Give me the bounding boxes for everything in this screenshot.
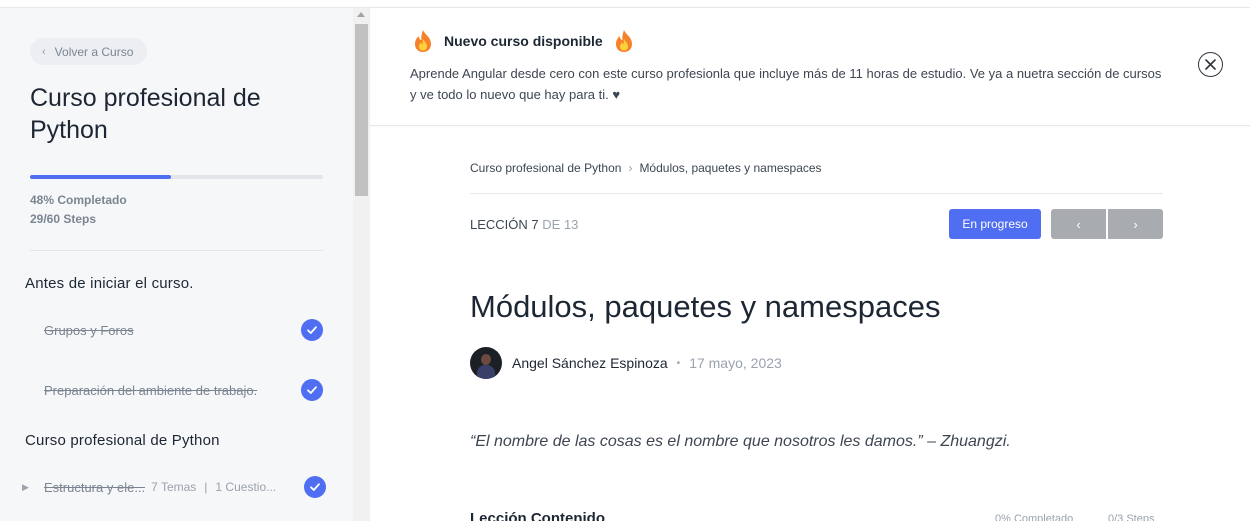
banner-title: Nuevo curso disponible (444, 33, 603, 49)
fire-icon (415, 30, 431, 52)
lesson-total: DE 13 (542, 217, 579, 232)
expand-triangle-icon[interactable]: ▶ (22, 482, 44, 493)
lesson-page: ‹ Volver a Curso Curso profesional de Py… (0, 0, 1250, 521)
chevron-left-icon: ‹ (1076, 216, 1081, 232)
lesson-counter: LECCIÓN 7 DE 13 (470, 217, 578, 232)
lesson-counter-prefix: LECCIÓN (470, 217, 528, 232)
progress-steps: 29/60 Steps (30, 212, 97, 226)
author-name[interactable]: Angel Sánchez Espinoza (512, 355, 668, 371)
course-progress-bar (30, 175, 323, 179)
lesson-status-button[interactable]: En progreso (949, 209, 1041, 239)
breadcrumb-separator: › (628, 161, 633, 175)
author-avatar[interactable] (470, 347, 502, 379)
announcement-banner: Nuevo curso disponible Aprende Angular d… (370, 8, 1250, 126)
lesson-title: Módulos, paquetes y namespaces (470, 289, 941, 324)
meta-separator: | (204, 480, 208, 494)
lesson-item-grupos-y-foros[interactable]: Grupos y Foros (44, 318, 326, 342)
scrollbar-thumb[interactable] (355, 24, 368, 196)
check-icon (301, 379, 323, 401)
breadcrumb-lesson-link[interactable]: Módulos, paquetes y namespaces (639, 161, 821, 175)
lesson-number: 7 (531, 217, 539, 232)
scroll-up-arrow-icon[interactable] (357, 12, 365, 17)
sidebar-divider (30, 250, 323, 251)
course-progress-fill (30, 175, 171, 179)
progress-percent: 48% Completado (30, 193, 127, 207)
top-strip (0, 0, 1250, 8)
close-banner-button[interactable] (1198, 52, 1223, 77)
chevron-right-icon: › (1133, 216, 1138, 232)
avatar-body (477, 365, 495, 379)
course-title: Curso profesional de Python (30, 84, 261, 144)
banner-text: Aprende Angular desde cero con este curs… (410, 66, 1162, 102)
post-date: 17 mayo, 2023 (689, 355, 782, 371)
check-icon (301, 319, 323, 341)
lesson-item-preparacion[interactable]: Preparación del ambiente de trabajo. (44, 378, 326, 402)
meta-dot-separator: • (676, 357, 681, 369)
author-row: Angel Sánchez Espinoza • 17 mayo, 2023 (470, 347, 782, 379)
banner-header: Nuevo curso disponible (410, 28, 637, 54)
fire-icon (615, 30, 632, 52)
lesson-label: Preparación del ambiente de trabajo. (44, 382, 258, 398)
lesson-item-estructura[interactable]: ▶ Estructura y ele... 7 Temas | 1 Cuesti… (22, 475, 326, 499)
lesson-label: Estructura y ele... (44, 479, 146, 495)
section-heading: Antes de iniciar el curso. (25, 275, 194, 292)
previous-lesson-button[interactable]: ‹ (1051, 209, 1106, 239)
back-to-course-button[interactable]: ‹ Volver a Curso (30, 38, 148, 65)
lesson-main: Nuevo curso disponible Aprende Angular d… (370, 8, 1250, 521)
breadcrumb: Curso profesional de Python › Módulos, p… (470, 161, 822, 175)
lesson-content-percent: 0% Completado (995, 513, 1074, 521)
back-button-label: Volver a Curso (54, 44, 134, 59)
lesson-label: Grupos y Foros (44, 322, 134, 338)
lesson-content-heading: Lección Contenido (470, 510, 605, 521)
header-divider (470, 193, 1163, 194)
lesson-topics-count: 7 Temas (151, 480, 197, 494)
close-icon (1205, 59, 1216, 70)
lesson-content-steps: 0/3 Steps (1108, 513, 1155, 521)
course-sidebar: ‹ Volver a Curso Curso profesional de Py… (0, 8, 353, 521)
lesson-quizzes-count: 1 Cuestio... (215, 480, 277, 494)
check-icon (304, 476, 326, 498)
breadcrumb-course-link[interactable]: Curso profesional de Python (470, 161, 621, 175)
lesson-quote: “El nombre de las cosas es el nombre que… (470, 433, 1011, 450)
next-lesson-button[interactable]: › (1108, 209, 1163, 239)
chevron-left-icon: ‹ (42, 45, 46, 58)
avatar-face (481, 354, 491, 365)
sidebar-scrollbar[interactable] (353, 8, 370, 521)
section-heading: Curso profesional de Python (25, 432, 220, 449)
